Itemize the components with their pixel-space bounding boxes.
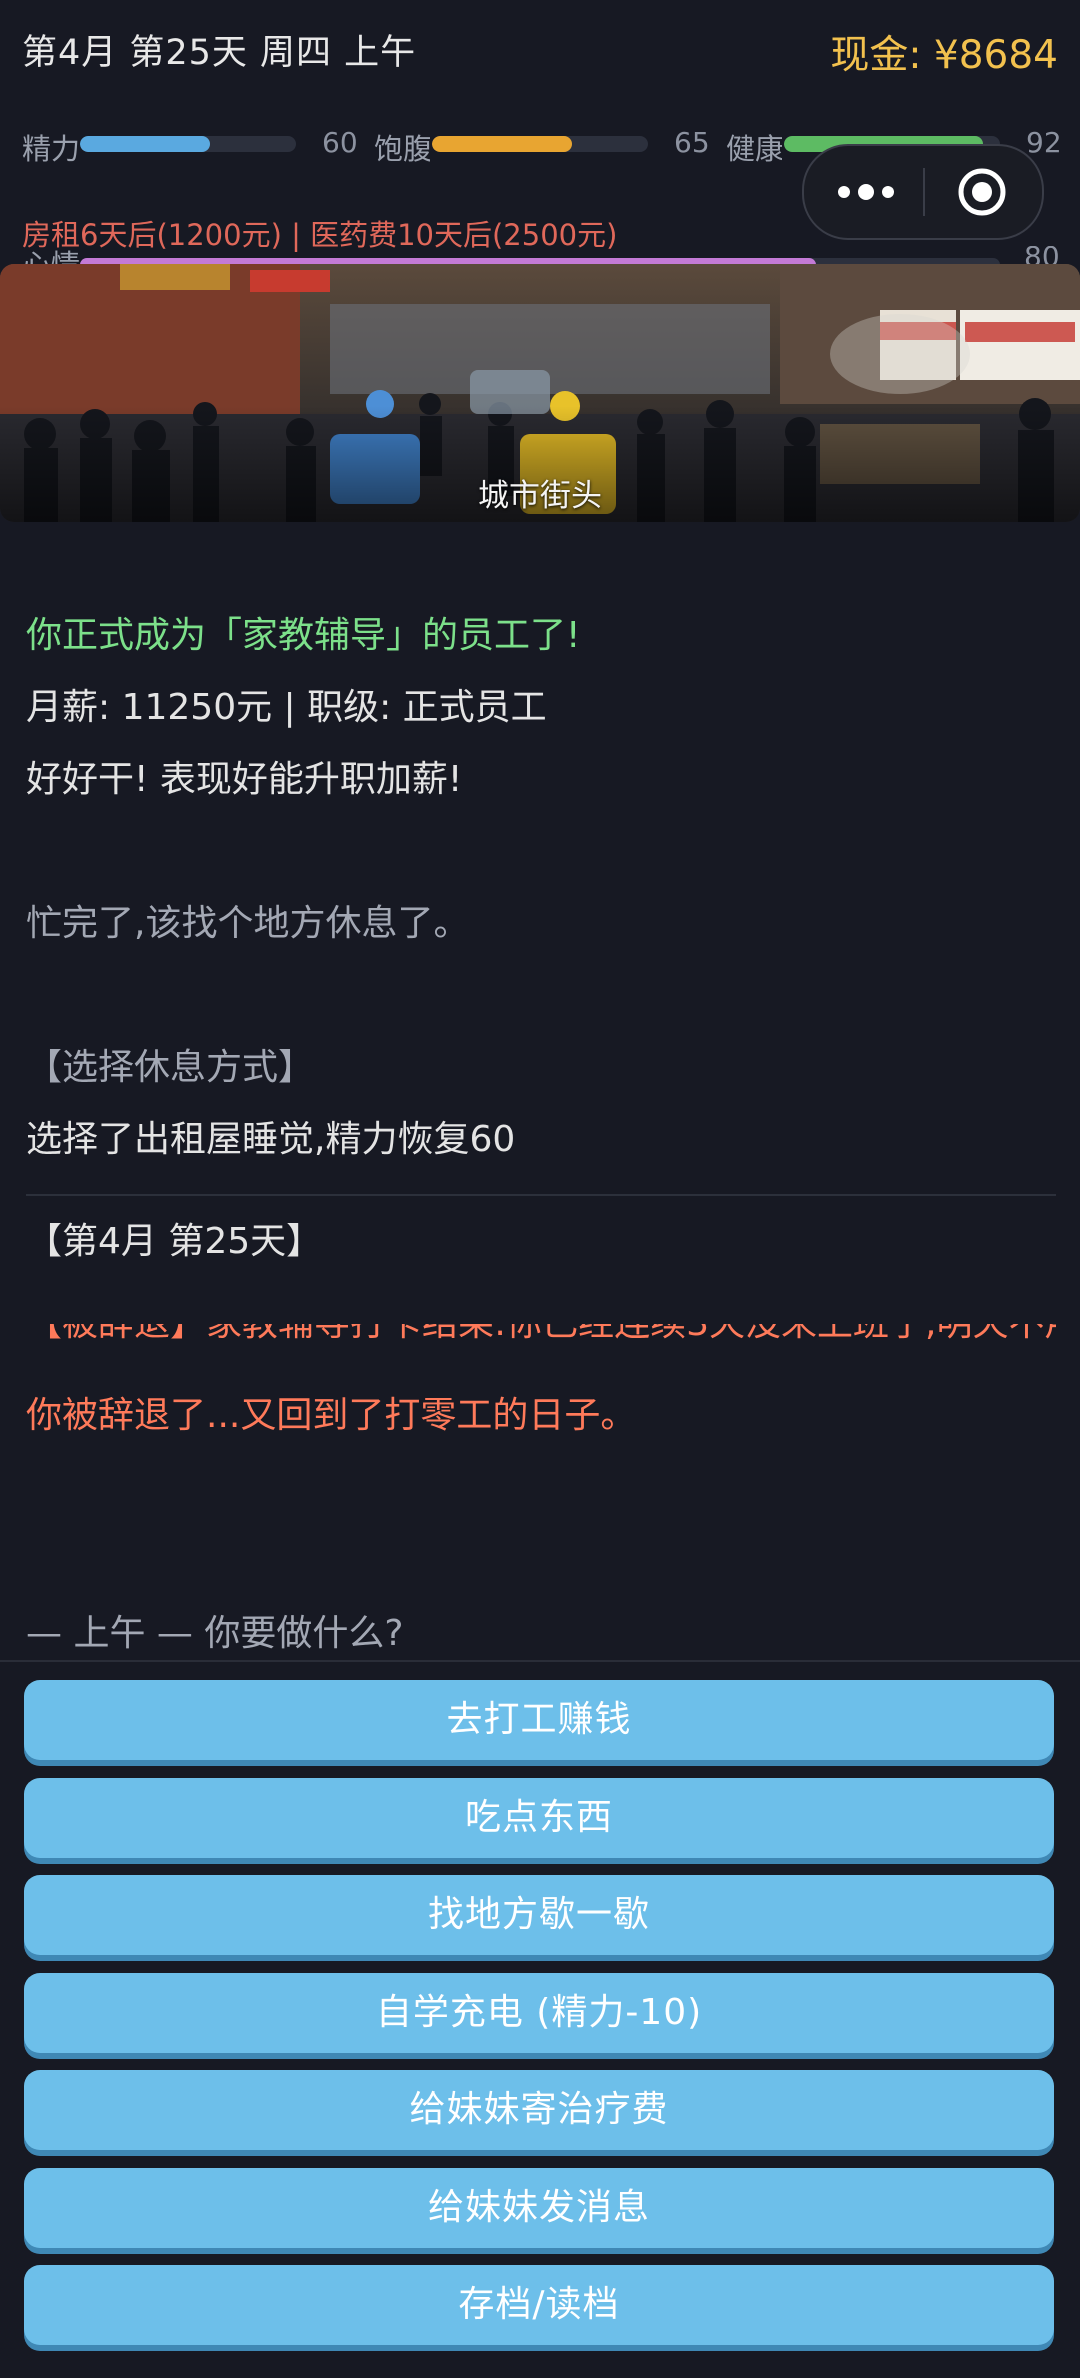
log-hired: 你正式成为「家教辅导」的员工了! bbox=[26, 615, 581, 656]
stat-mood-label: 心情 bbox=[22, 248, 81, 266]
stat-energy-bar bbox=[80, 136, 296, 152]
work-button[interactable]: 去打工赚钱 bbox=[24, 1680, 1054, 1760]
stat-fullness-value: 65 bbox=[674, 126, 710, 159]
log-rest-result: 选择了出租屋睡觉,精力恢复60 bbox=[26, 1119, 516, 1160]
message-sister-button[interactable]: 给妹妹发消息 bbox=[24, 2168, 1054, 2248]
scene-image: 城市街头 bbox=[0, 264, 1080, 522]
top-bar: 第4月 第25天 周四 上午 现金: ¥8684 bbox=[0, 0, 1080, 96]
log-salary: 月薪: 11250元 | 职级: 正式员工 bbox=[26, 687, 547, 728]
send-treatment-money-button[interactable]: 给妹妹寄治疗费 bbox=[24, 2070, 1054, 2150]
game-date: 第4月 第25天 周四 上午 bbox=[22, 33, 417, 73]
stat-fullness-bar bbox=[432, 136, 648, 152]
log-fired-notice-text: 【被辞退】家教辅导打卡结果:你已经连续3天没来上班了,明天不用来了。 bbox=[26, 1324, 1056, 1346]
rest-button[interactable]: 找地方歇一歇 bbox=[24, 1875, 1054, 1955]
log-encourage: 好好干! 表现好能升职加薪! bbox=[26, 759, 463, 800]
mini-program-capsule bbox=[802, 144, 1044, 240]
stat-health-label: 健康 bbox=[726, 132, 782, 166]
log-rest-title: 【选择休息方式】 bbox=[26, 1047, 315, 1088]
stat-energy-label: 精力 bbox=[22, 132, 78, 166]
stat-energy-value: 60 bbox=[322, 126, 358, 159]
log-rest-prompt: 忙完了,该找个地方休息了。 bbox=[26, 903, 470, 944]
stat-fullness-label: 饱腹 bbox=[374, 132, 430, 166]
save-load-button[interactable]: 存档/读档 bbox=[24, 2265, 1054, 2345]
stat-energy-fill bbox=[80, 136, 210, 152]
log-divider bbox=[26, 1194, 1056, 1196]
eat-button[interactable]: 吃点东西 bbox=[24, 1778, 1054, 1858]
log-fired-notice: 【被辞退】家教辅导打卡结果:你已经连续3天没来上班了,明天不用来了。 bbox=[26, 1324, 1056, 1380]
log-spacer bbox=[26, 1278, 1056, 1324]
stat-mood-value: 80 bbox=[1024, 246, 1060, 266]
scene-caption: 城市街头 bbox=[478, 478, 602, 514]
log-fired: 你被辞退了...又回到了打零工的日子。 bbox=[26, 1395, 637, 1436]
self-study-button[interactable]: 自学充电 (精力-10) bbox=[24, 1973, 1054, 2053]
stat-fullness-fill bbox=[432, 136, 573, 152]
log-day-title: 【第4月 第25天】 bbox=[26, 1221, 323, 1262]
cash-display: 现金: ¥8684 bbox=[830, 33, 1058, 78]
close-target-icon[interactable] bbox=[956, 166, 1008, 218]
stat-mood: 心情 80 bbox=[0, 246, 1080, 266]
time-prompt: — 上午 — 你要做什么? bbox=[26, 1613, 404, 1654]
more-icon[interactable] bbox=[834, 172, 898, 212]
story-log: 你正式成为「家教辅导」的员工了! 月薪: 11250元 | 职级: 正式员工 好… bbox=[26, 600, 1056, 1452]
stat-health-value: 92 bbox=[1026, 126, 1062, 159]
log-spacer bbox=[26, 960, 1056, 1032]
capsule-divider bbox=[923, 168, 925, 216]
action-panel: 去打工赚钱 吃点东西 找地方歇一歇 自学充电 (精力-10) 给妹妹寄治疗费 给… bbox=[0, 1660, 1080, 2378]
log-spacer bbox=[26, 816, 1056, 888]
